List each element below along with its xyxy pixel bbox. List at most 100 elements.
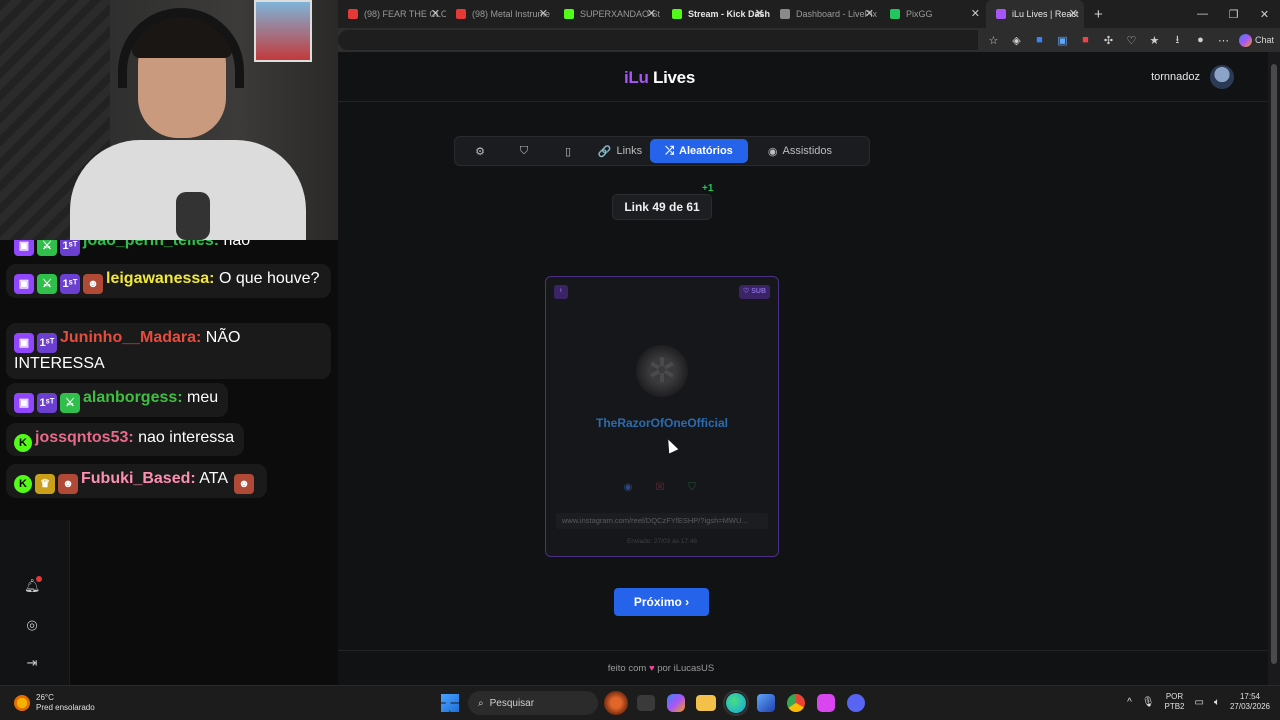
help-icon[interactable]: ◎	[24, 617, 40, 633]
windows-taskbar: 26°C Pred ensolarado ⌕ Pesquisar ^ 🎙︎ POR…	[0, 685, 1280, 720]
translate-icon[interactable]: ▣	[1051, 34, 1074, 47]
chat-text: ATA	[195, 470, 228, 487]
nav-tab-shield[interactable]: ⛉	[502, 139, 546, 163]
logo-suffix: Lives	[648, 68, 695, 87]
office-icon[interactable]: ■	[1074, 34, 1097, 46]
chat-username: jossqntos53:	[35, 429, 134, 446]
ilu-lives-app: iLu Lives tornnadoz ⚙ ⛉ ▯ 🔗 Links ⤮ Aleatórios…	[338, 52, 1268, 685]
user-menu[interactable]: tornnadoz	[1151, 65, 1234, 89]
browser-tab[interactable]: iLu Lives | React ✕	[986, 0, 1084, 28]
channel-name[interactable]: TheRazorOfOneOfficial	[546, 416, 778, 430]
chat-message: ▣ 1ˢᵀ ⚔ alanborgess: meu	[6, 383, 229, 417]
tab-close-icon[interactable]: ✕	[431, 8, 440, 20]
link-card[interactable]: ᵗ ♡ SUB ✲ TheRazorOfOneOfficial ◉ ☒ ⛉ ww…	[545, 276, 779, 557]
tab-favicon-icon	[672, 9, 682, 19]
tab-close-icon[interactable]: ✕	[539, 8, 548, 20]
eye-icon[interactable]: ◉	[622, 482, 634, 494]
game-app-icon[interactable]	[817, 694, 835, 712]
taskbar-search[interactable]: ⌕ Pesquisar	[468, 691, 598, 715]
tab-close-icon[interactable]: ✕	[647, 8, 656, 20]
twitch-badge-icon: ᵗ	[554, 285, 568, 299]
browser-tab[interactable]: Stream - Kick Dashb ✕	[662, 0, 770, 28]
performance-icon[interactable]: ♡	[1120, 34, 1143, 47]
chevron-up-icon[interactable]: ^	[1127, 697, 1132, 708]
nav-tab-label: Assistidos	[782, 145, 833, 157]
star-icon[interactable]: ☆	[982, 34, 1005, 47]
nav-tab-assistidos[interactable]: ◉ Assistidos	[748, 139, 852, 163]
tab-close-icon[interactable]: ✕	[971, 8, 980, 20]
next-button[interactable]: Próximo ›	[614, 588, 709, 616]
shuffle-icon: ⤮	[665, 144, 674, 157]
app-nav: ⚙ ⛉ ▯ 🔗 Links ⤮ Aleatórios ◉ Assistidos	[454, 136, 870, 166]
browser-tab[interactable]: Dashboard - LivePix ✕	[770, 0, 880, 28]
chat-badge-icon: ☻	[58, 474, 78, 494]
start-button[interactable]	[438, 691, 462, 715]
logout-icon[interactable]: ⇥	[24, 655, 40, 671]
widgets-app-icon[interactable]	[604, 691, 628, 715]
bell-icon[interactable]: 🔔︎	[24, 576, 42, 594]
chat-badge-icon: ⚔	[60, 393, 80, 413]
puzzle-icon[interactable]: ✣	[1097, 34, 1120, 47]
clock[interactable]: 17:54 27/03/2026	[1230, 692, 1270, 712]
chrome-icon[interactable]	[787, 694, 805, 712]
nav-tab-links[interactable]: 🔗 Links	[590, 139, 650, 163]
favorites-icon[interactable]: ★	[1143, 34, 1166, 47]
chat-username: Fubuki_Based:	[81, 470, 196, 487]
chat-badge-icon: ▣	[14, 393, 34, 413]
chat-badge-icon: ▣	[14, 274, 34, 294]
microphone-icon[interactable]: 🎙︎	[1142, 697, 1155, 708]
notification-dot	[36, 576, 42, 582]
avatar	[1210, 65, 1234, 89]
link-icon: 🔗	[597, 145, 612, 158]
scrollbar-thumb[interactable]	[1271, 64, 1277, 664]
copilot-app-icon[interactable]	[667, 694, 685, 712]
shield-icon[interactable]: ⛉	[686, 482, 698, 494]
network-icon[interactable]: ▭	[1195, 697, 1204, 708]
minimize-button[interactable]: —	[1187, 8, 1218, 20]
nav-tab-label: Aleatórios	[679, 145, 733, 157]
tab-close-icon[interactable]: ✕	[1069, 8, 1078, 20]
delete-icon[interactable]: ☒	[654, 482, 666, 494]
browser-tab[interactable]: (98) FEAR THE CLO ✕	[338, 0, 446, 28]
more-icon[interactable]: ⋯	[1212, 34, 1235, 47]
footer-author[interactable]: por iLucasUS	[657, 663, 714, 674]
clock-date: 27/03/2026	[1229, 702, 1270, 711]
language-indicator[interactable]: POR PTB2	[1164, 692, 1184, 712]
download-icon[interactable]: ⭳	[1166, 31, 1189, 50]
shield-ext-icon[interactable]: ■	[1028, 34, 1051, 46]
emote-icon: ☻	[234, 474, 254, 494]
task-view-icon[interactable]	[637, 695, 655, 711]
tab-close-icon[interactable]: ✕	[865, 8, 874, 20]
app-logo[interactable]: iLu Lives	[624, 68, 695, 88]
close-window-button[interactable]: ✕	[1249, 8, 1280, 21]
tab-close-icon[interactable]: ✕	[755, 8, 764, 20]
copilot-chat-button[interactable]: Chat	[1238, 33, 1274, 47]
browser-tab[interactable]: PixGG ✕	[880, 0, 986, 28]
weather-widget[interactable]: 26°C Pred ensolarado	[14, 693, 95, 713]
photos-app-icon[interactable]	[757, 694, 775, 712]
username: tornnadoz	[1151, 71, 1200, 83]
chat-username: Juninho__Madara:	[60, 329, 202, 346]
new-tab-button[interactable]: +	[1094, 6, 1103, 23]
nav-tab-gear[interactable]: ⚙	[458, 139, 502, 163]
nav-tab-aleatórios[interactable]: ⤮ Aleatórios	[650, 139, 748, 163]
clock-time: 17:54	[1239, 692, 1260, 701]
nav-tab-bookmark[interactable]: ▯	[546, 139, 590, 163]
page-scrollbar[interactable]	[1268, 52, 1280, 685]
tab-favicon-icon	[780, 9, 790, 19]
address-bar[interactable]	[338, 30, 978, 50]
discord-icon[interactable]	[847, 694, 865, 712]
link-url[interactable]: www.instagram.com/reel/DQCzFYfESHP/?igsh…	[556, 513, 768, 529]
search-icon: ⌕	[478, 697, 484, 709]
volume-icon[interactable]: 🔈︎	[1214, 697, 1220, 708]
browser-tab[interactable]: SUPERXANDAO St ✕	[554, 0, 662, 28]
browser-tab[interactable]: (98) Metal Instrume ✕	[446, 0, 554, 28]
restore-button[interactable]: ❐	[1218, 8, 1249, 21]
file-explorer-icon[interactable]	[696, 695, 716, 711]
gear-icon: ⚙	[475, 145, 485, 158]
chat-username: alanborgess:	[83, 389, 183, 406]
edge-browser-icon[interactable]	[723, 690, 749, 716]
extension-icon[interactable]: ◈	[1005, 34, 1028, 47]
profile-icon[interactable]: ●	[1189, 34, 1212, 46]
link-counter: Link 49 de 61	[612, 194, 712, 220]
